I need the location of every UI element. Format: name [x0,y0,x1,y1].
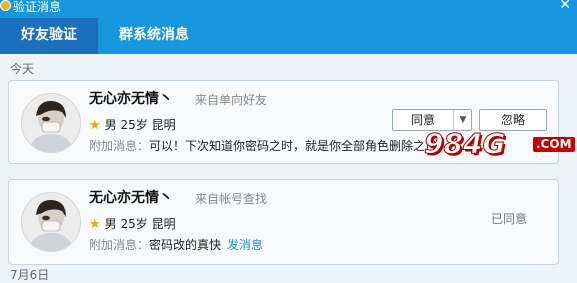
tab-group-system-messages[interactable]: 群系统消息 [98,18,210,54]
tab-friend-verification[interactable]: 好友验证 [0,18,98,54]
message-text: 可以！下次知道你密码之时，就是你全部角色删除之日 [149,139,438,153]
request-source: 来自帐号查找 [195,192,268,206]
avatar[interactable] [21,192,81,252]
send-message-link[interactable]: 发消息 [227,238,263,252]
age: 25岁 [120,217,148,231]
attached-message: 附加消息：可以！下次知道你密码之时，就是你全部角色删除之日 [89,137,437,154]
friend-request-card: 无心亦无情丶 来自帐号查找 ★ 男 25岁 昆明 附加消息：密码改的真快 发消息 已… [8,179,559,265]
age: 25岁 [120,118,148,132]
gender: 男 [104,217,117,231]
date-label: 7月6日 [10,268,50,282]
title-bar: 验证消息 ✕ [0,0,577,18]
watermark-suffix: .COM [533,137,575,152]
star-icon: ★ [89,118,101,133]
profile-info: ★ 男 25岁 昆明 [89,116,176,133]
status-accepted: 已同意 [491,212,528,226]
message-label: 附加消息： [89,238,150,252]
gender: 男 [104,118,117,132]
qq-icon [0,0,11,11]
location: 昆明 [151,118,176,132]
profile-info: ★ 男 25岁 昆明 [89,215,176,232]
close-button[interactable]: ✕ [559,0,571,13]
requester-name[interactable]: 无心亦无情丶 [89,187,173,207]
attached-message: 附加消息：密码改的真快 发消息 [89,236,263,253]
tab-bar: 好友验证 群系统消息 [0,18,577,54]
window-title: 验证消息 [13,0,62,14]
message-label: 附加消息： [89,139,150,153]
requester-name[interactable]: 无心亦无情丶 [89,88,173,108]
message-text: 密码改的真快 [149,238,222,252]
star-icon: ★ [89,217,101,232]
avatar[interactable] [21,93,81,153]
watermark-logo: 984G .COM [423,127,575,160]
watermark-text: 984G [423,127,506,160]
request-source: 来自单向好友 [195,93,268,107]
location: 昆明 [151,217,176,231]
date-label-today: 今天 [10,62,35,76]
